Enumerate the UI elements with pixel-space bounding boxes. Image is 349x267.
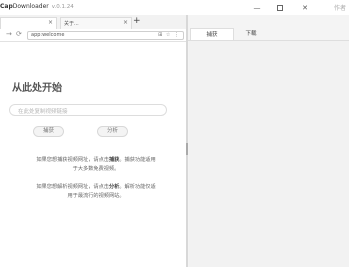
app-title-prefix: Cap xyxy=(0,3,13,10)
analyze-tip-text-2: 。解析功能仅适 xyxy=(119,184,156,190)
title-bar: CapDownloader v.0.1.24 — ✕ 作者 xyxy=(0,0,349,15)
reload-icon[interactable]: ⟳ xyxy=(16,30,22,38)
tab-close-icon[interactable]: × xyxy=(123,19,128,26)
tab-download[interactable]: 下载 xyxy=(229,28,273,40)
capture-tip-text: 如果您想捕获视频网址，请点击 xyxy=(36,157,109,163)
analyze-tip: 如果您想解析视频网址，请点击分析。解析功能仅适 用于最流行的视频网站。 xyxy=(6,183,186,201)
capture-tip-text-2: 。捕获功能适用 xyxy=(119,157,156,163)
tab-capture[interactable]: 捕获 xyxy=(190,28,234,40)
navigation-bar: → ⟳ app:welcome ⊞ ☆ ⋮ xyxy=(0,29,188,42)
capture-tip-keyword: 捕获 xyxy=(108,157,120,163)
analyze-tip-text-3: 用于最流行的视频网站。 xyxy=(67,193,125,199)
right-panel-body xyxy=(189,41,349,267)
close-button[interactable]: ✕ xyxy=(293,0,317,15)
address-bar-icons[interactable]: ⊞ ☆ ⋮ xyxy=(158,32,180,38)
analyze-tip-keyword: 分析 xyxy=(108,184,120,190)
maximize-icon xyxy=(277,4,283,11)
welcome-page: 从此处开始 在此处复制视频链接 捕获 分析 如果您想捕获视频网址，请点击捕获。捕… xyxy=(0,43,186,267)
capture-tip-text-3: 于大多数免费视频。 xyxy=(72,166,120,172)
welcome-heading: 从此处开始 xyxy=(12,83,62,94)
right-panel: 捕获 下载 xyxy=(188,15,349,267)
author-link[interactable]: 作者 xyxy=(334,3,346,12)
tab-close-icon[interactable]: × xyxy=(48,19,53,26)
browser-tab-strip: × 关于... × + xyxy=(0,15,188,29)
browser-tab-about[interactable]: 关于... × xyxy=(60,17,132,29)
address-bar[interactable]: app:welcome ⊞ ☆ ⋮ xyxy=(27,31,184,40)
app-version: v.0.1.24 xyxy=(51,4,74,10)
close-icon: ✕ xyxy=(302,3,308,12)
new-tab-button[interactable]: + xyxy=(133,16,141,26)
capture-tip: 如果您想捕获视频网址，请点击捕获。捕获功能适用 于大多数免费视频。 xyxy=(6,156,186,174)
minimize-button[interactable]: — xyxy=(245,0,269,15)
url-text[interactable]: app:welcome xyxy=(31,32,64,38)
analyze-tip-text: 如果您想解析视频网址，请点击 xyxy=(36,184,109,190)
tab-label: 关于... xyxy=(64,21,79,27)
video-link-placeholder: 在此处复制视频链接 xyxy=(18,109,68,115)
app-title-rest: Downloader xyxy=(12,3,49,10)
browser-tab-welcome[interactable]: × xyxy=(0,17,57,29)
app-title: CapDownloader v.0.1.24 xyxy=(0,3,74,10)
video-link-input[interactable]: 在此处复制视频链接 xyxy=(9,104,167,116)
right-panel-tabs: 捕获 下载 xyxy=(188,28,349,41)
minimize-icon: — xyxy=(253,3,261,12)
analyze-button[interactable]: 分析 xyxy=(97,126,128,137)
capture-button[interactable]: 捕获 xyxy=(33,126,64,137)
maximize-button[interactable] xyxy=(268,0,292,15)
forward-icon[interactable]: → xyxy=(6,30,12,38)
